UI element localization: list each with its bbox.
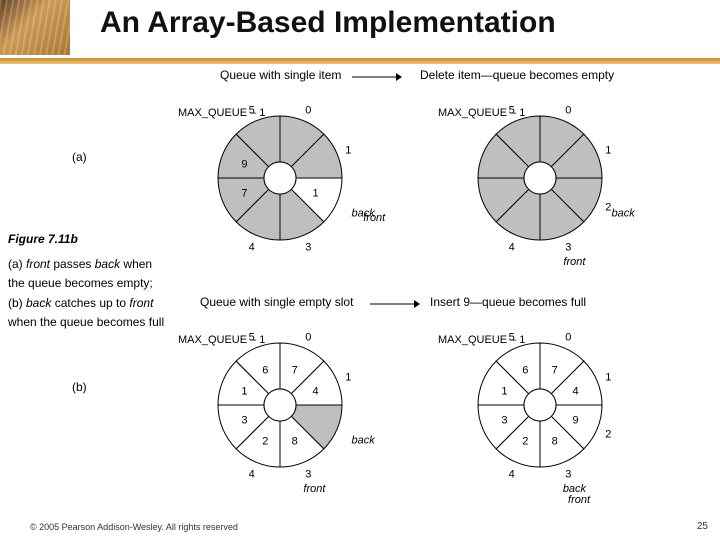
- svg-text:1: 1: [605, 372, 611, 384]
- wheel-a-left: MAX_QUEUE – 117901345frontback: [170, 88, 390, 288]
- svg-text:2: 2: [262, 436, 268, 448]
- svg-text:9: 9: [241, 158, 247, 170]
- arrow-icon: [370, 299, 420, 309]
- label-top-left: Queue with single item: [220, 68, 341, 82]
- svg-text:7: 7: [292, 364, 298, 376]
- svg-text:8: 8: [552, 436, 558, 448]
- svg-text:5: 5: [249, 105, 255, 117]
- svg-text:2: 2: [605, 201, 611, 213]
- svg-text:4: 4: [509, 468, 515, 480]
- figure-area: Queue with single item Delete item—queue…: [130, 70, 720, 510]
- header-rule: [0, 58, 720, 64]
- corner-decoration: [0, 0, 70, 55]
- cap-c: passes: [50, 257, 95, 271]
- svg-text:3: 3: [305, 241, 311, 253]
- copyright: © 2005 Pearson Addison-Wesley. All right…: [30, 522, 238, 532]
- svg-text:4: 4: [572, 385, 578, 397]
- wheel-a-right: MAX_QUEUE – 1012345frontback: [430, 88, 650, 288]
- cap-back2: back: [26, 296, 55, 310]
- svg-text:3: 3: [241, 415, 247, 427]
- svg-text:1: 1: [605, 145, 611, 157]
- svg-text:1: 1: [241, 385, 247, 397]
- svg-text:6: 6: [262, 364, 268, 376]
- cap-front1: front: [26, 257, 50, 271]
- svg-text:0: 0: [565, 332, 571, 344]
- svg-text:back: back: [563, 483, 587, 495]
- svg-text:1: 1: [501, 385, 507, 397]
- wheel-b-right: MAX_QUEUE – 174982316012345frontback: [430, 315, 650, 515]
- wheel-b-left: MAX_QUEUE – 1748231601345frontback: [170, 315, 390, 515]
- svg-text:3: 3: [305, 468, 311, 480]
- label-top-right: Delete item—queue becomes empty: [420, 68, 614, 82]
- svg-text:3: 3: [565, 468, 571, 480]
- svg-text:3: 3: [501, 415, 507, 427]
- svg-text:4: 4: [509, 241, 515, 253]
- svg-text:1: 1: [345, 145, 351, 157]
- cap-b: (b): [8, 296, 26, 310]
- svg-text:7: 7: [241, 188, 247, 200]
- svg-text:5: 5: [509, 332, 515, 344]
- slide-title: An Array-Based Implementation: [100, 6, 556, 40]
- mark-b: (b): [72, 380, 87, 394]
- svg-text:0: 0: [305, 332, 311, 344]
- svg-text:front: front: [303, 483, 326, 495]
- svg-text:2: 2: [605, 428, 611, 440]
- svg-text:4: 4: [312, 385, 318, 397]
- svg-text:7: 7: [552, 364, 558, 376]
- mark-a: (a): [72, 150, 87, 164]
- svg-text:1: 1: [345, 372, 351, 384]
- arrow-icon: [352, 72, 402, 82]
- svg-text:4: 4: [249, 468, 255, 480]
- svg-text:3: 3: [565, 241, 571, 253]
- svg-text:back: back: [352, 207, 376, 219]
- svg-text:5: 5: [509, 105, 515, 117]
- label-bot-left: Queue with single empty slot: [200, 295, 353, 309]
- cap-a: (a): [8, 257, 26, 271]
- svg-text:front: front: [568, 494, 591, 506]
- svg-text:8: 8: [292, 436, 298, 448]
- label-bot-right: Insert 9—queue becomes full: [430, 295, 586, 309]
- svg-text:back: back: [352, 434, 376, 446]
- svg-text:4: 4: [249, 241, 255, 253]
- svg-text:9: 9: [572, 415, 578, 427]
- svg-text:2: 2: [522, 436, 528, 448]
- cap-back1: back: [95, 257, 120, 271]
- svg-text:6: 6: [522, 364, 528, 376]
- svg-text:front: front: [563, 256, 586, 268]
- svg-text:1: 1: [312, 188, 318, 200]
- svg-text:0: 0: [305, 105, 311, 117]
- svg-text:5: 5: [249, 332, 255, 344]
- svg-text:0: 0: [565, 105, 571, 117]
- page-number: 25: [697, 521, 708, 532]
- cap-c2: catches up to: [55, 296, 130, 310]
- svg-text:back: back: [612, 207, 636, 219]
